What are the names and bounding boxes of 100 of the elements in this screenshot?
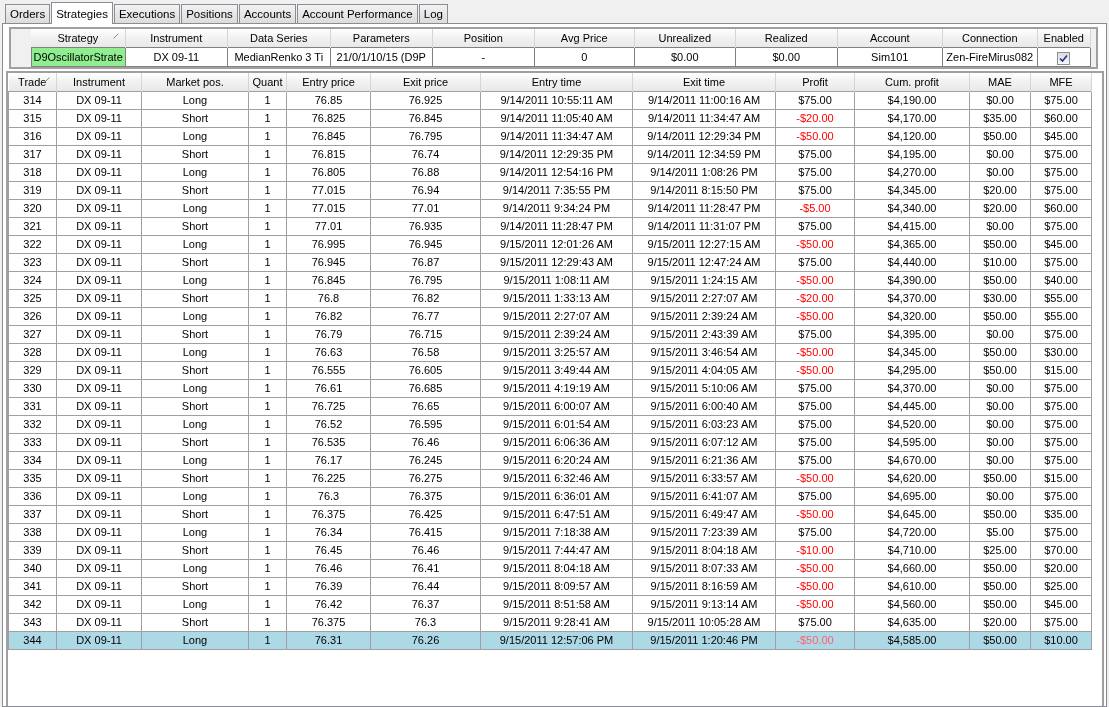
column-header[interactable]: Instrument xyxy=(125,29,228,48)
table-row[interactable]: 333 DX 09-11 Short 1 76.535 76.46 9/15/2011 6:06:36 AM 9/15/2011 6:07:12 AM $75.00 $4,595.00 $0.00 $75.00 xyxy=(8,433,1092,452)
tab[interactable]: Log xyxy=(418,4,448,23)
table-row[interactable]: 325 DX 09-11 Short 1 76.8 76.82 9/15/2011 1:33:13 AM 9/15/2011 2:27:07 AM -$20.00 $4,370.00 $30.00 $55.00 xyxy=(8,289,1092,308)
table-row[interactable]: 338 DX 09-11 Long 1 76.34 76.415 9/15/2011 7:18:38 AM 9/15/2011 7:23:39 AM $75.00 $4,720.00 $5.00 $75.00 xyxy=(8,523,1092,542)
table-row[interactable]: 323 DX 09-11 Short 1 76.945 76.87 9/15/2011 12:29:43 AM 9/15/2011 12:47:24 AM $75.00 $4,440.00 $10.00 $75.00 xyxy=(8,253,1092,272)
column-header[interactable]: Quant xyxy=(248,73,287,92)
table-cell-text: DX 09-11 xyxy=(76,507,122,522)
table-cell-text: $75.00 xyxy=(798,525,832,540)
table-cell-text: 9/15/2011 6:47:51 AM xyxy=(503,507,610,522)
table-row[interactable]: 335 DX 09-11 Short 1 76.225 76.275 9/15/2011 6:32:46 AM 9/15/2011 6:33:57 AM -$50.00 $4,620.00 $50.00 $15.00 xyxy=(8,469,1092,488)
table-cell-text: 76.39 xyxy=(314,579,343,594)
table-row[interactable]: 342 DX 09-11 Long 1 76.42 76.37 9/15/2011 8:51:58 AM 9/15/2011 9:13:14 AM -$50.00 $4,560.00 $50.00 $45.00 xyxy=(8,595,1092,614)
table-cell-text: -$50.00 xyxy=(796,561,834,576)
column-header[interactable]: Trade xyxy=(8,73,57,92)
table-row[interactable]: 318 DX 09-11 Long 1 76.805 76.88 9/14/2011 12:54:16 PM 9/14/2011 1:08:26 PM $75.00 $4,270.00 $0.00 $75.00 xyxy=(8,163,1092,182)
column-header[interactable]: Entry time xyxy=(480,73,633,92)
column-header[interactable]: Parameters xyxy=(330,29,433,48)
table-row[interactable]: 317 DX 09-11 Short 1 76.815 76.74 9/14/2011 12:29:35 PM 9/14/2011 12:34:59 PM $75.00 $4,195.00 $0.00 $75.00 xyxy=(8,145,1092,164)
table-cell: MedianRenko 3 Ti xyxy=(227,47,331,67)
table-cell-text: 9/14/2011 11:34:47 AM xyxy=(647,111,761,126)
table-cell-text: $4,395.00 xyxy=(887,327,937,342)
table-cell-text: 77.01 xyxy=(314,219,343,234)
column-header[interactable]: Avg Price xyxy=(534,29,635,48)
table-cell-text: $4,320.00 xyxy=(887,309,937,324)
table-cell-text: 1 xyxy=(264,399,271,414)
column-header[interactable]: Instrument xyxy=(56,73,142,92)
tab[interactable]: Account Performance xyxy=(297,4,418,23)
table-cell-text: 9/15/2011 3:25:57 AM xyxy=(503,345,610,360)
column-header[interactable]: Cum. profit xyxy=(854,73,970,92)
table-cell-text: 9/15/2011 6:06:36 AM xyxy=(503,435,610,450)
column-header[interactable]: Strategy xyxy=(31,29,126,48)
table-row[interactable]: 319 DX 09-11 Short 1 77.015 76.94 9/14/2011 7:35:55 PM 9/14/2011 8:15:50 PM $75.00 $4,345.00 $20.00 $75.00 xyxy=(8,181,1092,200)
sort-icon xyxy=(44,77,50,83)
table-cell-text: 9/14/2011 11:28:47 PM xyxy=(500,219,613,234)
table-row[interactable]: 314 DX 09-11 Long 1 76.85 76.925 9/14/2011 10:55:11 AM 9/14/2011 11:00:16 AM $75.00 $4,190.00 $0.00 $75.00 xyxy=(8,91,1092,110)
table-row[interactable]: 330 DX 09-11 Long 1 76.61 76.685 9/15/2011 4:19:19 AM 9/15/2011 5:10:06 AM $75.00 $4,370.00 $0.00 $75.00 xyxy=(8,379,1092,398)
table-cell-text: $75.00 xyxy=(798,255,832,270)
tab[interactable]: Positions xyxy=(181,4,238,23)
table-cell-text: Long xyxy=(182,201,208,216)
column-header[interactable]: Data Series xyxy=(227,29,331,48)
table-row[interactable]: 327 DX 09-11 Short 1 76.79 76.715 9/15/2011 2:39:24 AM 9/15/2011 2:43:39 AM $75.00 $4,395.00 $0.00 $75.00 xyxy=(8,325,1092,344)
table-row[interactable]: 326 DX 09-11 Long 1 76.82 76.77 9/15/2011 2:27:07 AM 9/15/2011 2:39:24 AM -$50.00 $4,320.00 $50.00 $55.00 xyxy=(8,307,1092,326)
table-row[interactable]: 344 DX 09-11 Long 1 76.31 76.26 9/15/2011 12:57:06 PM 9/15/2011 1:20:46 PM -$50.00 $4,585.00 $50.00 $10.00 xyxy=(8,631,1092,650)
table-cell-text: 9/14/2011 11:05:40 AM xyxy=(500,111,613,126)
table-row[interactable]: 316 DX 09-11 Long 1 76.845 76.795 9/14/2011 11:34:47 AM 9/14/2011 12:29:34 PM -$50.00 $4,120.00 $50.00 $45.00 xyxy=(8,127,1092,146)
column-header[interactable]: Profit xyxy=(775,73,855,92)
table-cell-text: $75.00 xyxy=(1044,525,1078,540)
column-header[interactable]: Account xyxy=(837,29,943,48)
table-row[interactable]: 343 DX 09-11 Short 1 76.375 76.3 9/15/2011 9:28:41 AM 9/15/2011 10:05:28 AM $75.00 $4,635.00 $20.00 $75.00 xyxy=(8,613,1092,632)
table-cell-text: 76.275 xyxy=(408,471,443,486)
table-cell-text: 76.795 xyxy=(408,273,443,288)
table-row[interactable]: 337 DX 09-11 Short 1 76.375 76.425 9/15/2011 6:47:51 AM 9/15/2011 6:49:47 AM -$50.00 $4,645.00 $50.00 $35.00 xyxy=(8,505,1092,524)
table-row[interactable]: 334 DX 09-11 Long 1 76.17 76.245 9/15/2011 6:20:24 AM 9/15/2011 6:21:36 AM $75.00 $4,670.00 $0.00 $75.00 xyxy=(8,451,1092,470)
table-row[interactable]: 341 DX 09-11 Short 1 76.39 76.44 9/15/2011 8:09:57 AM 9/15/2011 8:16:59 AM -$50.00 $4,610.00 $50.00 $25.00 xyxy=(8,577,1092,596)
column-header[interactable]: Exit time xyxy=(632,73,776,92)
column-header[interactable]: Connection xyxy=(942,29,1038,48)
table-cell-text: DX 09-11 xyxy=(76,597,122,612)
table-cell-text: 9/15/2011 6:07:12 AM xyxy=(650,435,758,450)
column-header[interactable]: Enabled xyxy=(1037,29,1091,48)
table-row[interactable]: 328 DX 09-11 Long 1 76.63 76.58 9/15/2011 3:25:57 AM 9/15/2011 3:46:54 AM -$50.00 $4,345.00 $50.00 $30.00 xyxy=(8,343,1092,362)
table-row[interactable]: 329 DX 09-11 Short 1 76.555 76.605 9/15/2011 3:49:44 AM 9/15/2011 4:04:05 AM -$50.00 $4,295.00 $50.00 $15.00 xyxy=(8,361,1092,380)
table-row[interactable]: 339 DX 09-11 Short 1 76.45 76.46 9/15/2011 7:44:47 AM 9/15/2011 8:04:18 AM -$10.00 $4,710.00 $25.00 $70.00 xyxy=(8,541,1092,560)
table-row[interactable]: 340 DX 09-11 Long 1 76.46 76.41 9/15/2011 8:04:18 AM 9/15/2011 8:07:33 AM -$50.00 $4,660.00 $50.00 $20.00 xyxy=(8,559,1092,578)
table-row[interactable]: 324 DX 09-11 Long 1 76.845 76.795 9/15/2011 1:08:11 AM 9/15/2011 1:24:15 AM -$50.00 $4,390.00 $50.00 $40.00 xyxy=(8,271,1092,290)
table-cell-text: 9/15/2011 6:32:46 AM xyxy=(503,471,610,486)
table-cell-text: $75.00 xyxy=(798,327,832,342)
table-cell-text: 9/15/2011 2:39:24 AM xyxy=(503,327,610,342)
table-cell-text: $45.00 xyxy=(1044,129,1078,144)
table-cell: $0.00 xyxy=(735,47,838,67)
column-header[interactable]: Entry price xyxy=(286,73,371,92)
table-cell-text: 9/15/2011 6:20:24 AM xyxy=(503,453,610,468)
table-row[interactable]: 320 DX 09-11 Long 1 77.015 77.01 9/14/2011 9:34:24 PM 9/14/2011 11:28:47 PM -$5.00 $4,340.00 $20.00 $60.00 xyxy=(8,199,1092,218)
table-row[interactable]: 315 DX 09-11 Short 1 76.825 76.845 9/14/2011 11:05:40 AM 9/14/2011 11:34:47 AM -$20.00 $4,170.00 $35.00 $60.00 xyxy=(8,109,1092,128)
column-header[interactable]: Exit price xyxy=(370,73,481,92)
column-header[interactable]: MFE xyxy=(1030,73,1092,92)
tab[interactable]: Executions xyxy=(113,4,181,23)
table-row[interactable]: 331 DX 09-11 Short 1 76.725 76.65 9/15/2011 6:00:07 AM 9/15/2011 6:00:40 AM $75.00 $4,445.00 $0.00 $75.00 xyxy=(8,397,1092,416)
table-cell-text: 9/14/2011 11:31:07 PM xyxy=(647,219,761,234)
table-cell-text: 76.845 xyxy=(408,111,443,126)
tab[interactable]: Strategies xyxy=(51,2,113,24)
tab[interactable]: Orders xyxy=(5,4,51,23)
table-row[interactable]: 332 DX 09-11 Long 1 76.52 76.595 9/15/2011 6:01:54 AM 9/15/2011 6:03:23 AM $75.00 $4,520.00 $0.00 $75.00 xyxy=(8,415,1092,434)
table-cell-text: 333 xyxy=(23,435,42,450)
table-row[interactable]: 322 DX 09-11 Long 1 76.995 76.945 9/15/2011 12:01:26 AM 9/15/2011 12:27:15 AM -$50.00 $4,365.00 $50.00 $45.00 xyxy=(8,235,1092,254)
table-cell-text: $75.00 xyxy=(798,183,832,198)
table-row[interactable]: 336 DX 09-11 Long 1 76.3 76.375 9/15/2011 6:36:01 AM 9/15/2011 6:41:07 AM $75.00 $4,695.00 $0.00 $75.00 xyxy=(8,487,1092,506)
table-cell-text: 76.925 xyxy=(408,93,443,108)
table-row[interactable]: 321 DX 09-11 Short 1 77.01 76.935 9/14/2011 11:28:47 PM 9/14/2011 11:31:07 PM $75.00 $4,415.00 $0.00 $75.00 xyxy=(8,217,1092,236)
checkbox[interactable] xyxy=(1057,51,1071,65)
column-header[interactable]: MAE xyxy=(969,73,1031,92)
table-cell-text: DX 09-11 xyxy=(76,615,122,630)
column-header[interactable]: Market pos. xyxy=(141,73,249,92)
tab[interactable]: Accounts xyxy=(238,4,297,23)
table-cell-text: 9/15/2011 1:20:46 PM xyxy=(650,633,758,648)
table-cell-text: 76.715 xyxy=(408,327,443,342)
table-cell-text: 334 xyxy=(23,453,42,468)
column-header[interactable]: Unrealized xyxy=(634,29,736,48)
column-header[interactable]: Position xyxy=(432,29,535,48)
column-header[interactable]: Realized xyxy=(735,29,838,48)
